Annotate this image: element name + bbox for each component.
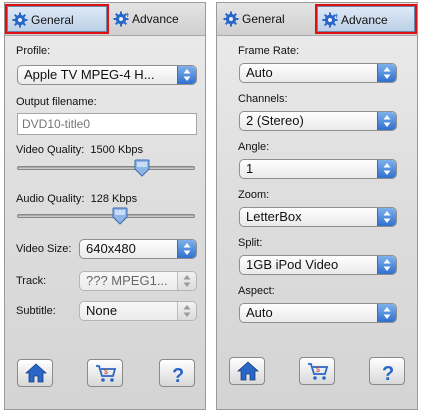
updown-arrow-icon [177,66,196,84]
updown-arrow-icon [377,304,396,322]
angle-label: Angle: [238,141,270,153]
updown-arrow-icon [377,208,396,226]
profile-label: Profile: [16,45,51,57]
general-settings-panel: General + Advance Profile: Apple TV MPEG… [4,2,206,410]
output-filename-label: Output filename: [16,96,97,108]
tab-advance[interactable]: + Advance [315,4,417,34]
svg-text:+: + [125,11,129,20]
channels-select[interactable]: 2 (Stereo) [239,111,397,131]
zoom-select[interactable]: LetterBox [239,207,397,227]
svg-text:?: ? [172,365,184,385]
subtitle-select[interactable]: None [79,301,197,321]
profile-value: Apple TV MPEG-4 H... [24,67,155,82]
tab-bar: General + Advance [217,3,417,36]
help-icon: ? [382,363,394,383]
audio-quality-slider-track[interactable] [17,214,195,218]
home-icon [25,363,47,383]
home-icon [237,361,259,381]
video-quality-value: 1500 Kbps [90,144,144,156]
svg-text:$: $ [316,367,320,374]
audio-quality-caption: Audio Quality: [16,193,85,205]
track-value: ??? MPEG1... [86,273,168,288]
help-button[interactable]: ? [369,357,405,385]
gear-icon [12,12,28,28]
updown-arrow-icon [377,160,396,178]
audio-quality-label: Audio Quality: 128 Kbps [16,193,137,205]
video-quality-caption: Video Quality: [16,144,85,156]
help-icon: ? [172,365,184,385]
angle-select[interactable]: 1 [239,159,397,179]
video-size-select[interactable]: 640x480 [79,239,197,259]
video-quality-slider-thumb[interactable] [134,159,150,177]
svg-text:+: + [334,12,338,21]
updown-arrow-icon [377,64,396,82]
subtitle-value: None [86,303,118,318]
gear-plus-icon: + [113,11,129,27]
home-button[interactable] [17,359,53,387]
split-label: Split: [238,237,263,249]
home-button[interactable] [229,357,265,385]
tab-general[interactable]: General [219,6,315,32]
cart-button[interactable]: $ [87,359,123,387]
tab-general[interactable]: General [5,4,109,34]
video-size-value: 640x480 [86,241,136,256]
aspect-value: Auto [246,305,273,320]
advance-settings-panel: General + Advance Frame Rate: Auto Chann… [216,2,418,410]
split-value: 1GB iPod Video [246,257,339,272]
updown-arrow-icon [177,302,196,320]
svg-text:?: ? [382,363,394,383]
profile-select[interactable]: Apple TV MPEG-4 H... [17,65,197,85]
gear-plus-icon: + [322,12,338,28]
subtitle-label: Subtitle: [16,305,56,317]
output-filename-input[interactable] [17,113,197,135]
zoom-label: Zoom: [238,189,270,201]
video-quality-label: Video Quality: 1500 Kbps [16,144,143,156]
split-select[interactable]: 1GB iPod Video [239,255,397,275]
video-size-label: Video Size: [16,243,72,255]
frame-rate-value: Auto [246,65,273,80]
cart-button[interactable]: $ [299,357,335,385]
channels-label: Channels: [238,93,288,105]
updown-arrow-icon [177,272,196,290]
aspect-select[interactable]: Auto [239,303,397,323]
svg-text:$: $ [104,369,108,376]
audio-quality-slider-thumb[interactable] [112,207,128,225]
updown-arrow-icon [377,256,396,274]
cart-icon: $ [96,365,117,382]
audio-quality-value: 128 Kbps [90,193,138,205]
track-label: Track: [16,275,47,287]
tab-label: General [31,13,74,27]
frame-rate-select[interactable]: Auto [239,63,397,83]
angle-value: 1 [246,161,254,176]
updown-arrow-icon [377,112,396,130]
gear-icon [223,11,239,27]
tab-label: Advance [341,13,388,27]
tab-advance[interactable]: + Advance [109,6,203,32]
help-button[interactable]: ? [159,359,195,387]
zoom-value: LetterBox [246,209,302,224]
tab-label: General [242,12,285,26]
video-quality-slider-track[interactable] [17,166,195,170]
tab-bar: General + Advance [5,3,205,36]
tab-label: Advance [132,12,179,26]
updown-arrow-icon [177,240,196,258]
channels-value: 2 (Stereo) [246,113,304,128]
cart-icon: $ [308,363,329,380]
frame-rate-label: Frame Rate: [238,45,300,57]
track-select[interactable]: ??? MPEG1... [79,271,197,291]
aspect-label: Aspect: [238,285,275,297]
